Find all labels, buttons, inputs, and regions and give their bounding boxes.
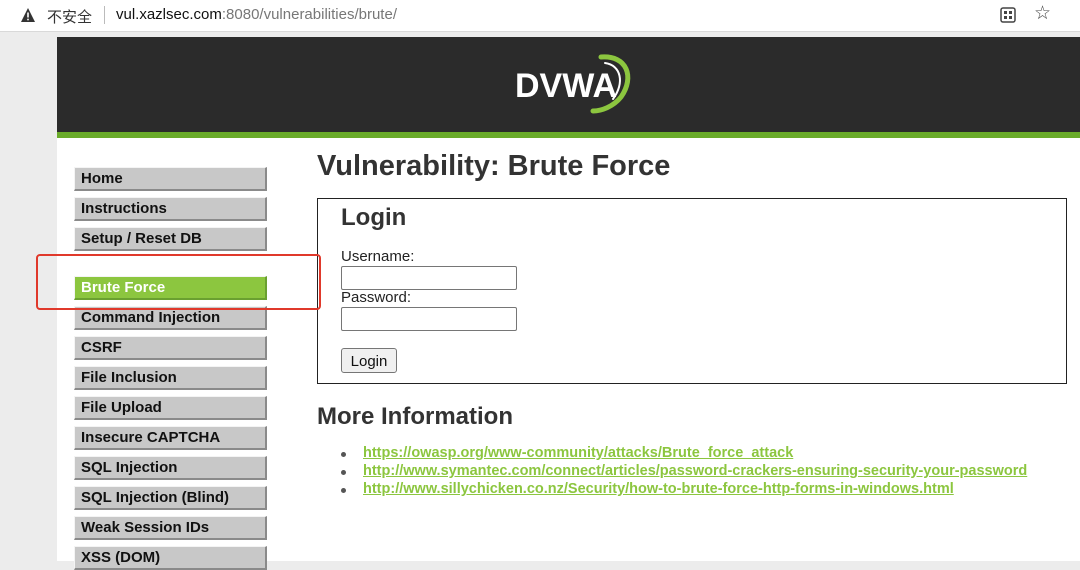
menu-item-insecure-captcha[interactable]: Insecure CAPTCHA xyxy=(74,426,267,450)
logo-text: DVWA xyxy=(515,67,617,105)
more-info-heading: More Information xyxy=(317,403,513,430)
login-button[interactable]: Login xyxy=(341,348,397,373)
link-symantec-password-crackers[interactable]: http://www.symantec.com/connect/articles… xyxy=(363,463,1027,479)
menu-item-setup-reset-db[interactable]: Setup / Reset DB xyxy=(74,227,267,251)
menu-item-brute-force[interactable]: Brute Force xyxy=(74,276,267,300)
username-label: Username: xyxy=(341,248,415,265)
menu-item-sql-injection[interactable]: SQL Injection xyxy=(74,456,267,480)
menu-item-command-injection[interactable]: Command Injection xyxy=(74,306,267,330)
username-field[interactable] xyxy=(341,266,517,290)
translate-icon[interactable] xyxy=(1000,7,1016,23)
warning-icon[interactable] xyxy=(20,7,36,23)
login-form: Login Username: Password: Login xyxy=(317,198,1067,384)
address-separator xyxy=(104,6,105,24)
menu-item-file-upload[interactable]: File Upload xyxy=(74,396,267,420)
url-host: vul.xazlsec.com xyxy=(116,6,222,23)
menu-item-sql-injection-blind[interactable]: SQL Injection (Blind) xyxy=(74,486,267,510)
insecure-label[interactable]: 不安全 xyxy=(47,6,92,27)
password-label: Password: xyxy=(341,289,412,306)
bullet-icon xyxy=(341,452,346,457)
url-text[interactable]: vul.xazlsec.com:8080/vulnerabilities/bru… xyxy=(116,6,397,23)
url-path: :8080/vulnerabilities/brute/ xyxy=(221,6,397,23)
menu-item-instructions[interactable]: Instructions xyxy=(74,197,267,221)
bullet-icon xyxy=(341,488,346,493)
page-title: Vulnerability: Brute Force xyxy=(317,150,671,182)
bookmark-star-icon[interactable]: ☆ xyxy=(1034,3,1051,25)
header: DVWA xyxy=(57,37,1080,138)
bullet-icon xyxy=(341,470,346,475)
login-heading: Login xyxy=(341,204,407,231)
dvwa-logo: DVWA xyxy=(515,54,631,114)
link-owasp-brute-force[interactable]: https://owasp.org/www-community/attacks/… xyxy=(363,445,793,461)
password-field[interactable] xyxy=(341,307,517,331)
browser-address-bar[interactable]: 不安全 vul.xazlsec.com:8080/vulnerabilities… xyxy=(0,0,1080,32)
link-sillychicken-brute-force[interactable]: http://www.sillychicken.co.nz/Security/h… xyxy=(363,481,954,497)
menu-item-weak-session-ids[interactable]: Weak Session IDs xyxy=(74,516,267,540)
menu-item-xss-dom[interactable]: XSS (DOM) xyxy=(74,546,267,570)
dvwa-page: DVWA Home Instructions Setup / Reset DB … xyxy=(57,37,1080,570)
menu-item-csrf[interactable]: CSRF xyxy=(74,336,267,360)
menu-item-file-inclusion[interactable]: File Inclusion xyxy=(74,366,267,390)
menu-item-home[interactable]: Home xyxy=(74,167,267,191)
